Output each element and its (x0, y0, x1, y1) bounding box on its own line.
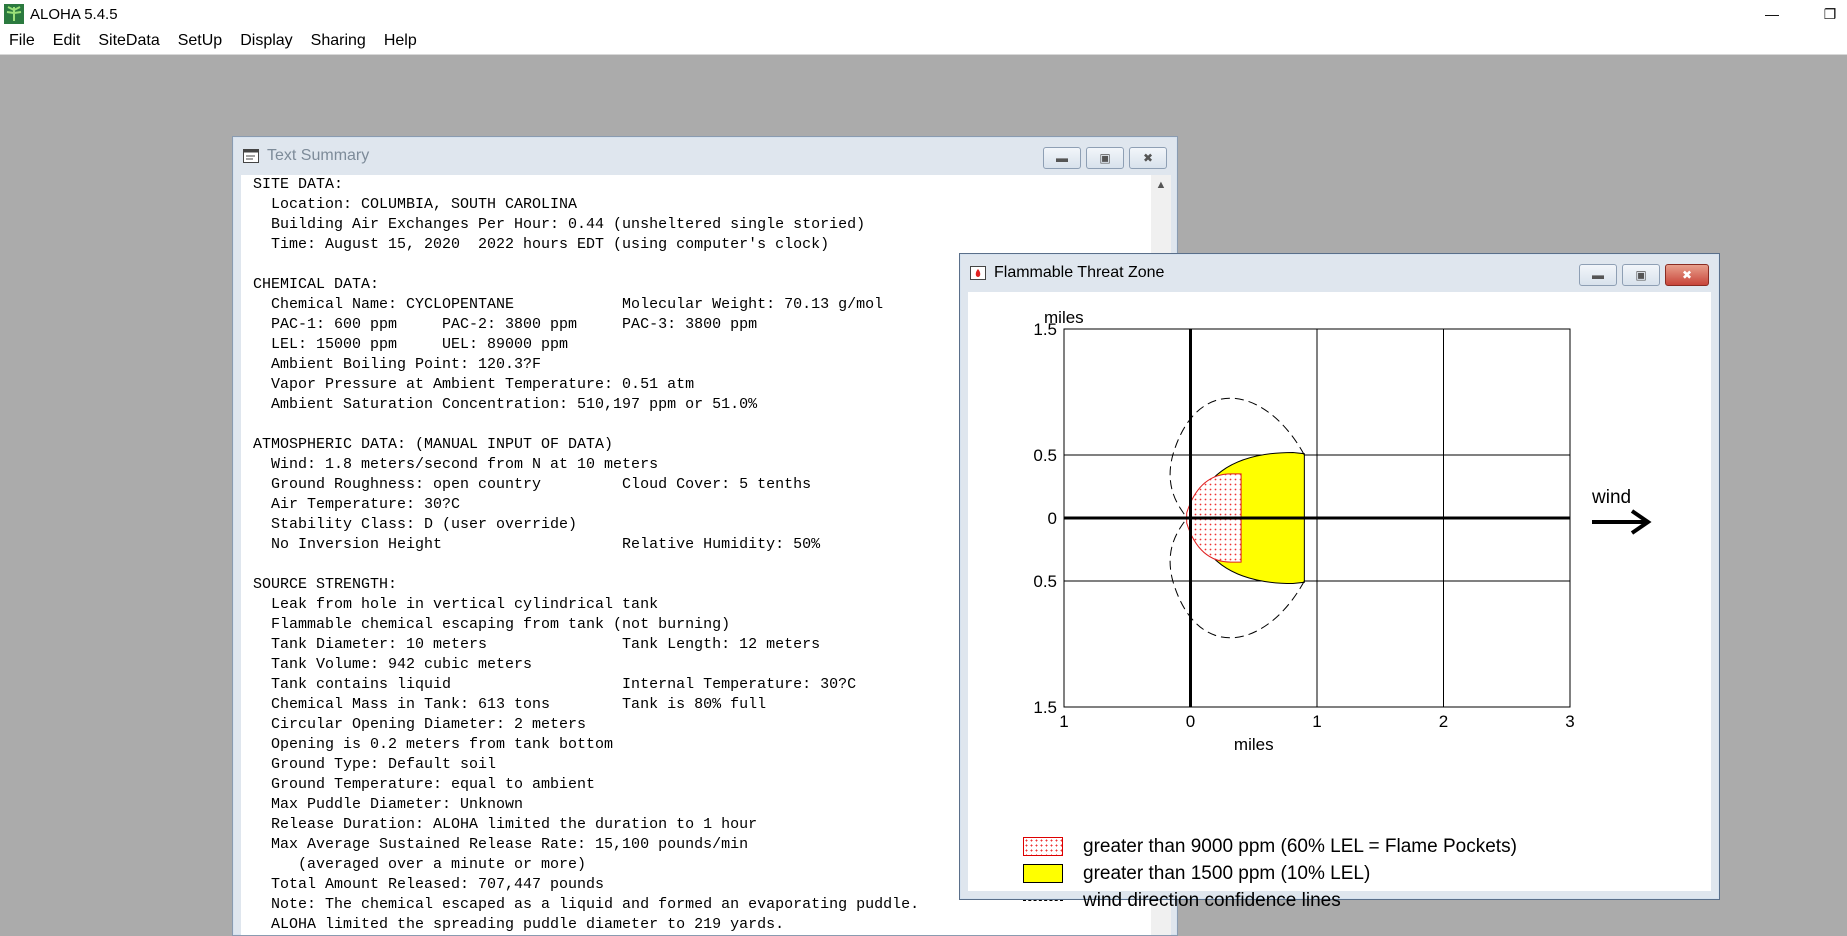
y-tick-label: 0.5 (1033, 446, 1057, 465)
legend-label: wind direction confidence lines (1083, 889, 1341, 911)
x-tick-label: 3 (1565, 712, 1574, 731)
threat-zone-title: Flammable Threat Zone (994, 264, 1165, 281)
summary-close-button[interactable]: ✖ (1129, 147, 1167, 169)
text-summary-titlebar[interactable]: Text Summary ▬ ▣ ✖ (233, 137, 1177, 175)
menu-sitedata[interactable]: SiteData (89, 32, 168, 50)
flammable-threat-zone-window[interactable]: Flammable Threat Zone ▬ ▣ ✖ 1 0 1 2 3 1.5 0.5 0… (959, 253, 1720, 911)
y-tick-label: 0 (1048, 509, 1057, 528)
threat-close-button[interactable]: ✖ (1665, 264, 1709, 286)
menu-edit[interactable]: Edit (44, 32, 90, 50)
x-tick-label: 2 (1439, 712, 1448, 731)
legend-label: greater than 9000 ppm (60% LEL = Flame P… (1083, 835, 1517, 857)
minimize-icon: ▬ (1056, 151, 1068, 165)
x-tick-label: 1 (1059, 712, 1068, 731)
maximize-icon: ▣ (1635, 268, 1647, 282)
text-summary-title: Text Summary (267, 147, 370, 164)
x-tick-label: 1 (1312, 712, 1321, 731)
flame-pockets-swatch (1023, 837, 1063, 856)
close-icon: ✖ (1142, 151, 1154, 165)
app-titlebar: ALOHA 5.4.5 — ❐ (0, 0, 1847, 28)
menu-sharing[interactable]: Sharing (302, 32, 375, 50)
menu-help[interactable]: Help (375, 32, 426, 50)
x-tick-label: 0 (1186, 712, 1195, 731)
dashed-line-swatch (1023, 900, 1063, 901)
menubar: File Edit SiteData SetUp Display Sharing… (0, 28, 1847, 55)
x-axis-label: miles (1234, 735, 1274, 754)
lel-swatch (1023, 864, 1063, 883)
minimize-button[interactable]: — (1749, 0, 1795, 28)
legend-item-flame-pockets: greater than 9000 ppm (60% LEL = Flame P… (1023, 833, 1517, 860)
y-tick-label: 1.5 (1033, 698, 1057, 717)
y-axis-label: miles (1044, 308, 1084, 327)
text-document-icon (243, 149, 259, 163)
y-tick-label: 0.5 (1033, 572, 1057, 591)
threat-maximize-button[interactable]: ▣ (1622, 264, 1660, 286)
menu-display[interactable]: Display (231, 32, 301, 50)
aloha-logo-icon (4, 4, 24, 24)
legend-label: greater than 1500 ppm (10% LEL) (1083, 862, 1371, 884)
wind-label: wind (1592, 487, 1632, 508)
threat-zone-chart: 1 0 1 2 31.50.500.51.5milesmiles (1033, 308, 1652, 754)
legend-item-confidence-lines: wind direction confidence lines (1023, 887, 1517, 914)
restore-button[interactable]: ❐ (1807, 0, 1847, 28)
menu-file[interactable]: File (0, 32, 44, 50)
menu-setup[interactable]: SetUp (169, 32, 231, 50)
threat-zone-legend: greater than 9000 ppm (60% LEL = Flame P… (1023, 833, 1517, 914)
legend-item-lel: greater than 1500 ppm (10% LEL) (1023, 860, 1517, 887)
app-title: ALOHA 5.4.5 (30, 5, 118, 23)
scroll-up-arrow-icon[interactable]: ▲ (1151, 175, 1171, 195)
threat-minimize-button[interactable]: ▬ (1579, 264, 1617, 286)
threat-zone-titlebar[interactable]: Flammable Threat Zone ▬ ▣ ✖ (960, 254, 1719, 292)
minimize-icon: ▬ (1592, 268, 1604, 282)
maximize-icon: ▣ (1099, 151, 1111, 165)
threat-zone-icon (970, 266, 986, 280)
summary-minimize-button[interactable]: ▬ (1043, 147, 1081, 169)
threat-zone-plot-area: 1 0 1 2 3 1.5 0.5 0 0.5 1.5 miles miles wind greate… (968, 292, 1711, 911)
close-icon: ✖ (1681, 268, 1693, 282)
summary-maximize-button[interactable]: ▣ (1086, 147, 1124, 169)
